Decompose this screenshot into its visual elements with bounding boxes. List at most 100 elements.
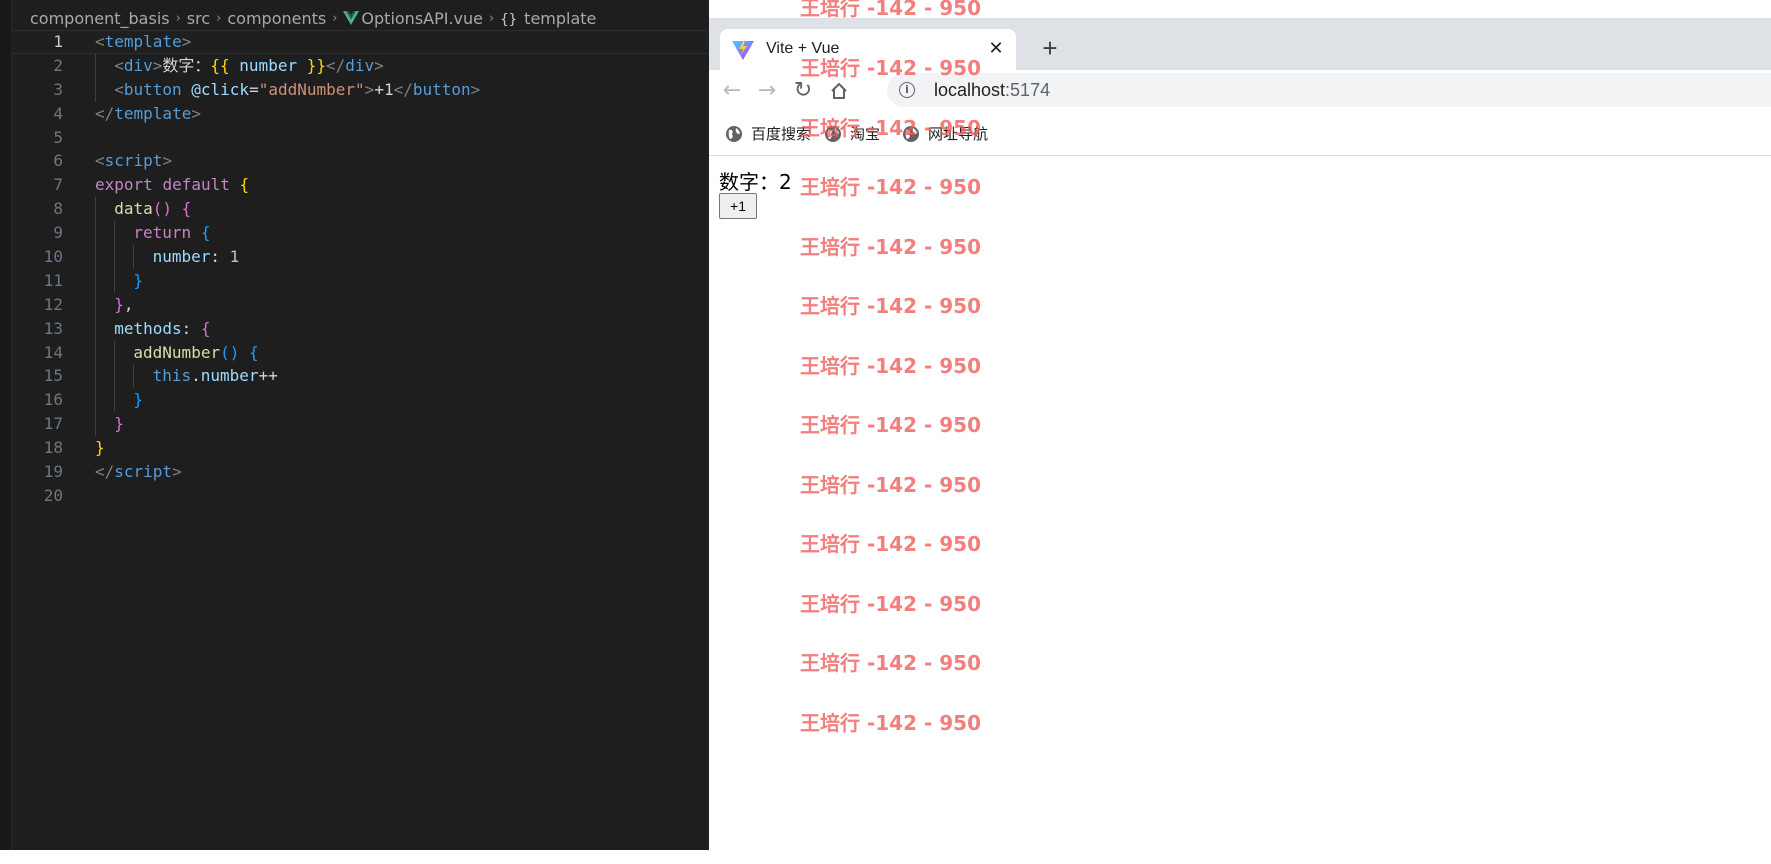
breadcrumb-symbol[interactable]: {} template	[500, 9, 596, 28]
code-token: >	[364, 79, 375, 99]
code-line[interactable]: 10 number: 1	[11, 245, 709, 269]
address-bar[interactable]: i localhost:5174	[887, 73, 1771, 107]
indent-guide	[95, 388, 96, 413]
code-token: >	[470, 79, 481, 99]
new-tab-button[interactable]: +	[1036, 34, 1064, 62]
code-token: >	[172, 462, 182, 482]
number-display: 数字：2	[719, 166, 792, 195]
line-number: 17	[43, 414, 63, 434]
code-token: </	[393, 79, 413, 99]
code-line[interactable]: 15 this.number++	[11, 364, 709, 389]
code-line[interactable]: 18}	[11, 436, 709, 460]
code-text: </template>	[95, 102, 201, 126]
info-icon[interactable]: i	[899, 82, 915, 98]
tab-vite-vue[interactable]: Vite + Vue ✕	[720, 29, 1016, 70]
line-number: 12	[43, 294, 63, 314]
breadcrumb-symbol-label: template	[524, 8, 597, 28]
indent-guide	[95, 245, 96, 269]
forward-arrow-icon[interactable]: →	[754, 78, 780, 104]
code-token: </	[95, 103, 115, 123]
code-line[interactable]: 8 data() {	[11, 197, 709, 222]
code-editor[interactable]: component_basis › src › components › Opt…	[0, 0, 709, 850]
chevron-right-icon: ›	[332, 10, 338, 26]
code-token: 数字：	[162, 55, 211, 75]
code-text: <script>	[95, 149, 172, 173]
code-text: }	[114, 412, 124, 436]
code-line[interactable]: 17}	[11, 412, 709, 437]
code-token: >	[374, 55, 384, 75]
code-token: ,	[123, 294, 134, 314]
code-token: +1	[374, 79, 394, 99]
code-line[interactable]: 12},	[11, 292, 709, 317]
home-icon[interactable]	[826, 78, 852, 104]
breadcrumb-folder-components[interactable]: components	[227, 9, 326, 28]
code-token: div	[123, 55, 153, 75]
code-line[interactable]: 5	[11, 126, 709, 150]
code-token: export	[95, 175, 153, 195]
code-line[interactable]: 11}	[11, 268, 709, 293]
bookmark-navigation[interactable]: 网址导航	[902, 123, 988, 144]
code-line[interactable]: 7 export default {	[11, 173, 709, 197]
reload-icon[interactable]: ↻	[790, 78, 816, 104]
code-token: <	[114, 55, 124, 75]
code-line[interactable]: 16}	[11, 388, 709, 413]
code-text: <div>数字：{{ number }}</div>	[114, 54, 384, 78]
line-number: 4	[53, 103, 63, 123]
indent-guide	[95, 197, 96, 222]
code-token: }	[133, 270, 144, 290]
code-line[interactable]: 4 </template>	[11, 102, 709, 126]
code-text: }	[133, 388, 143, 412]
tab-strip: Vite + Vue ✕ +	[709, 18, 1771, 70]
code-token: methods	[114, 318, 182, 338]
bookmark-taobao[interactable]: 淘宝	[824, 123, 880, 144]
breadcrumb: component_basis › src › components › Opt…	[30, 6, 709, 30]
breadcrumb-folder-component-basis[interactable]: component_basis	[30, 9, 170, 28]
line-number: 1	[53, 32, 63, 51]
breadcrumb-folder-src[interactable]: src	[187, 9, 210, 28]
line-number: 20	[43, 485, 63, 505]
code-token: }	[95, 438, 105, 458]
braces-icon: {}	[500, 11, 518, 28]
globe-icon	[903, 125, 919, 142]
code-token: <	[114, 79, 124, 99]
code-line[interactable]: 13 methods: {	[11, 316, 709, 341]
code-token: ()	[220, 342, 240, 362]
browser-window: Vite + Vue ✕ + ← → ↻ i localhost:5174 百度…	[709, 18, 1771, 850]
indent-guide	[95, 221, 96, 246]
code-token: script	[114, 462, 173, 482]
code-area[interactable]: 1 <template> 2 <div>数字：{{ number }}</div> 3 <…	[11, 30, 709, 508]
back-arrow-icon[interactable]: ←	[719, 78, 745, 104]
code-line[interactable]: 14 addNumber() {	[11, 340, 709, 365]
breadcrumb-file[interactable]: OptionsAPI.vue	[343, 9, 483, 28]
bookmark-baidu[interactable]: 百度搜索	[725, 123, 811, 144]
indent-guide	[95, 77, 96, 102]
code-token: number	[229, 55, 307, 75]
close-icon[interactable]: ✕	[986, 38, 1006, 58]
chevron-right-icon: ›	[216, 10, 222, 26]
code-line[interactable]: 19 </script>	[11, 460, 709, 484]
code-token: >	[191, 103, 201, 123]
globe-icon	[825, 125, 841, 142]
code-text: number: 1	[153, 245, 240, 269]
add-number-button[interactable]: +1	[719, 193, 757, 219]
code-token: ++	[258, 366, 278, 386]
line-number: 14	[43, 342, 63, 362]
indent-guide	[95, 53, 96, 78]
code-line[interactable]: 1 <template>	[11, 30, 709, 54]
code-line[interactable]: 20	[11, 484, 709, 508]
code-line[interactable]: 6 <script>	[11, 149, 709, 173]
code-text: export default {	[95, 173, 249, 197]
vite-logo-icon	[732, 40, 754, 60]
code-token: div	[345, 55, 375, 75]
code-token: }	[114, 414, 124, 434]
indent-guide	[133, 364, 135, 389]
code-line[interactable]: 2 <div>数字：{{ number }}</div>	[11, 53, 709, 78]
indent-guide	[114, 268, 116, 293]
code-line[interactable]: 3 <button @click="addNumber">+1</button>	[11, 77, 709, 102]
code-token: number	[200, 366, 259, 386]
code-line[interactable]: 9 return {	[11, 221, 709, 246]
